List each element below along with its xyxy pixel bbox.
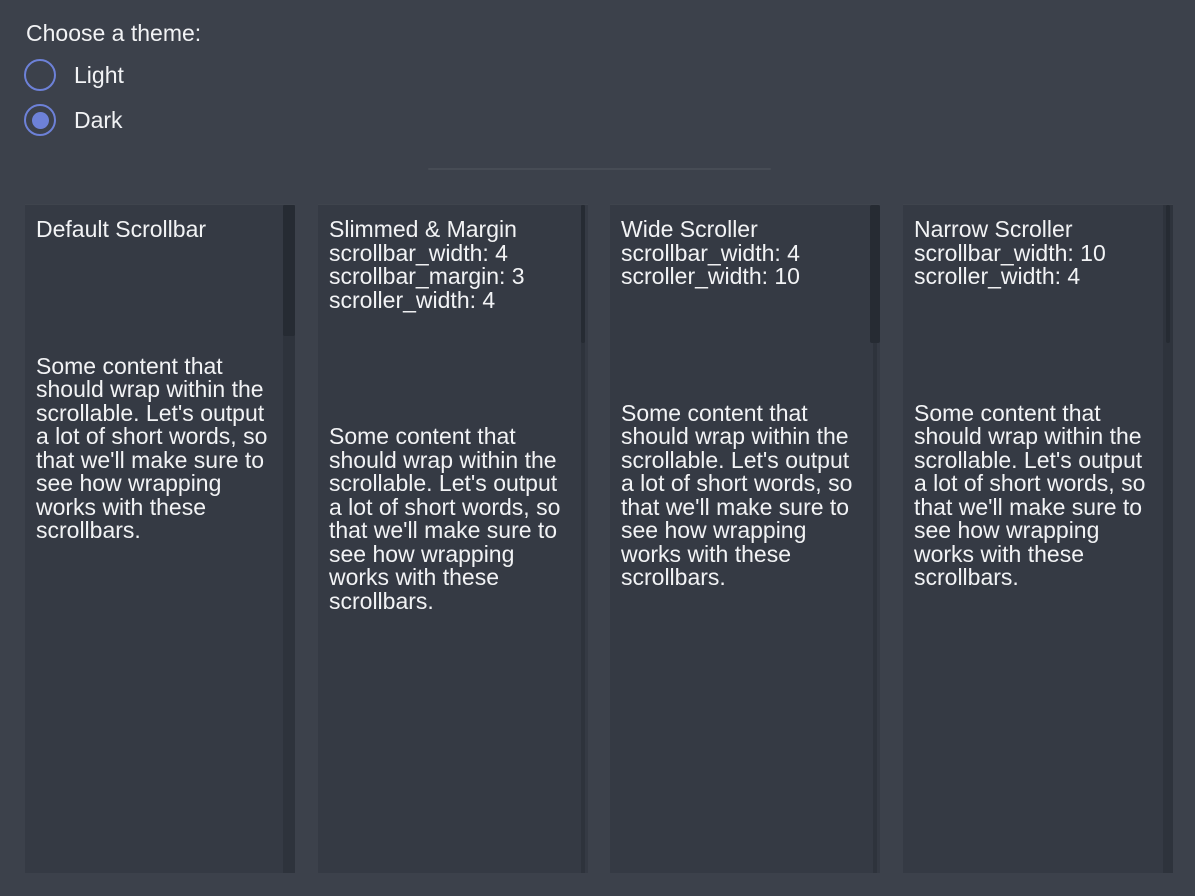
scrollbar-thumb[interactable] <box>870 205 880 343</box>
panel-title: Wide Scroller <box>621 218 863 242</box>
radio-unchecked-icon[interactable] <box>24 59 56 91</box>
panel-content: Some content that should wrap within the… <box>329 425 571 613</box>
panel-params: scrollbar_width: 4 scrollbar_margin: 3 s… <box>329 242 571 313</box>
theme-option-dark[interactable]: Dark <box>24 104 123 136</box>
scrollbar-thumb[interactable] <box>1166 205 1170 343</box>
scrollbar-thumb[interactable] <box>283 205 295 336</box>
scroll-panel-wide-scroller[interactable]: Wide Scroller scrollbar_width: 4 scrolle… <box>610 204 880 873</box>
theme-option-light-label: Light <box>74 59 124 91</box>
scrollbar-thumb[interactable] <box>581 205 585 343</box>
panel-content: Some content that should wrap within the… <box>36 355 278 543</box>
app-root: { "theme_chooser": { "label": "Choose a … <box>0 0 1195 896</box>
panel-title: Default Scrollbar <box>36 218 278 242</box>
theme-option-dark-label: Dark <box>74 104 123 136</box>
panel-title: Narrow Scroller <box>914 218 1156 242</box>
panel-title: Slimmed & Margin <box>329 218 571 242</box>
scroll-panel-narrow-scroller[interactable]: Narrow Scroller scrollbar_width: 10 scro… <box>903 204 1173 873</box>
panel-content: Some content that should wrap within the… <box>914 402 1156 590</box>
theme-option-light[interactable]: Light <box>24 59 124 91</box>
scroll-panel-default[interactable]: Default Scrollbar Some content that shou… <box>25 204 295 873</box>
panel-content: Some content that should wrap within the… <box>621 402 863 590</box>
section-divider <box>428 168 771 170</box>
theme-chooser-label: Choose a theme: <box>26 22 201 46</box>
scroll-panel-slimmed-margin[interactable]: Slimmed & Margin scrollbar_width: 4 scro… <box>318 204 588 873</box>
panel-params: scrollbar_width: 10 scroller_width: 4 <box>914 242 1156 289</box>
radio-checked-icon[interactable] <box>24 104 56 136</box>
panel-params: scrollbar_width: 4 scroller_width: 10 <box>621 242 863 289</box>
